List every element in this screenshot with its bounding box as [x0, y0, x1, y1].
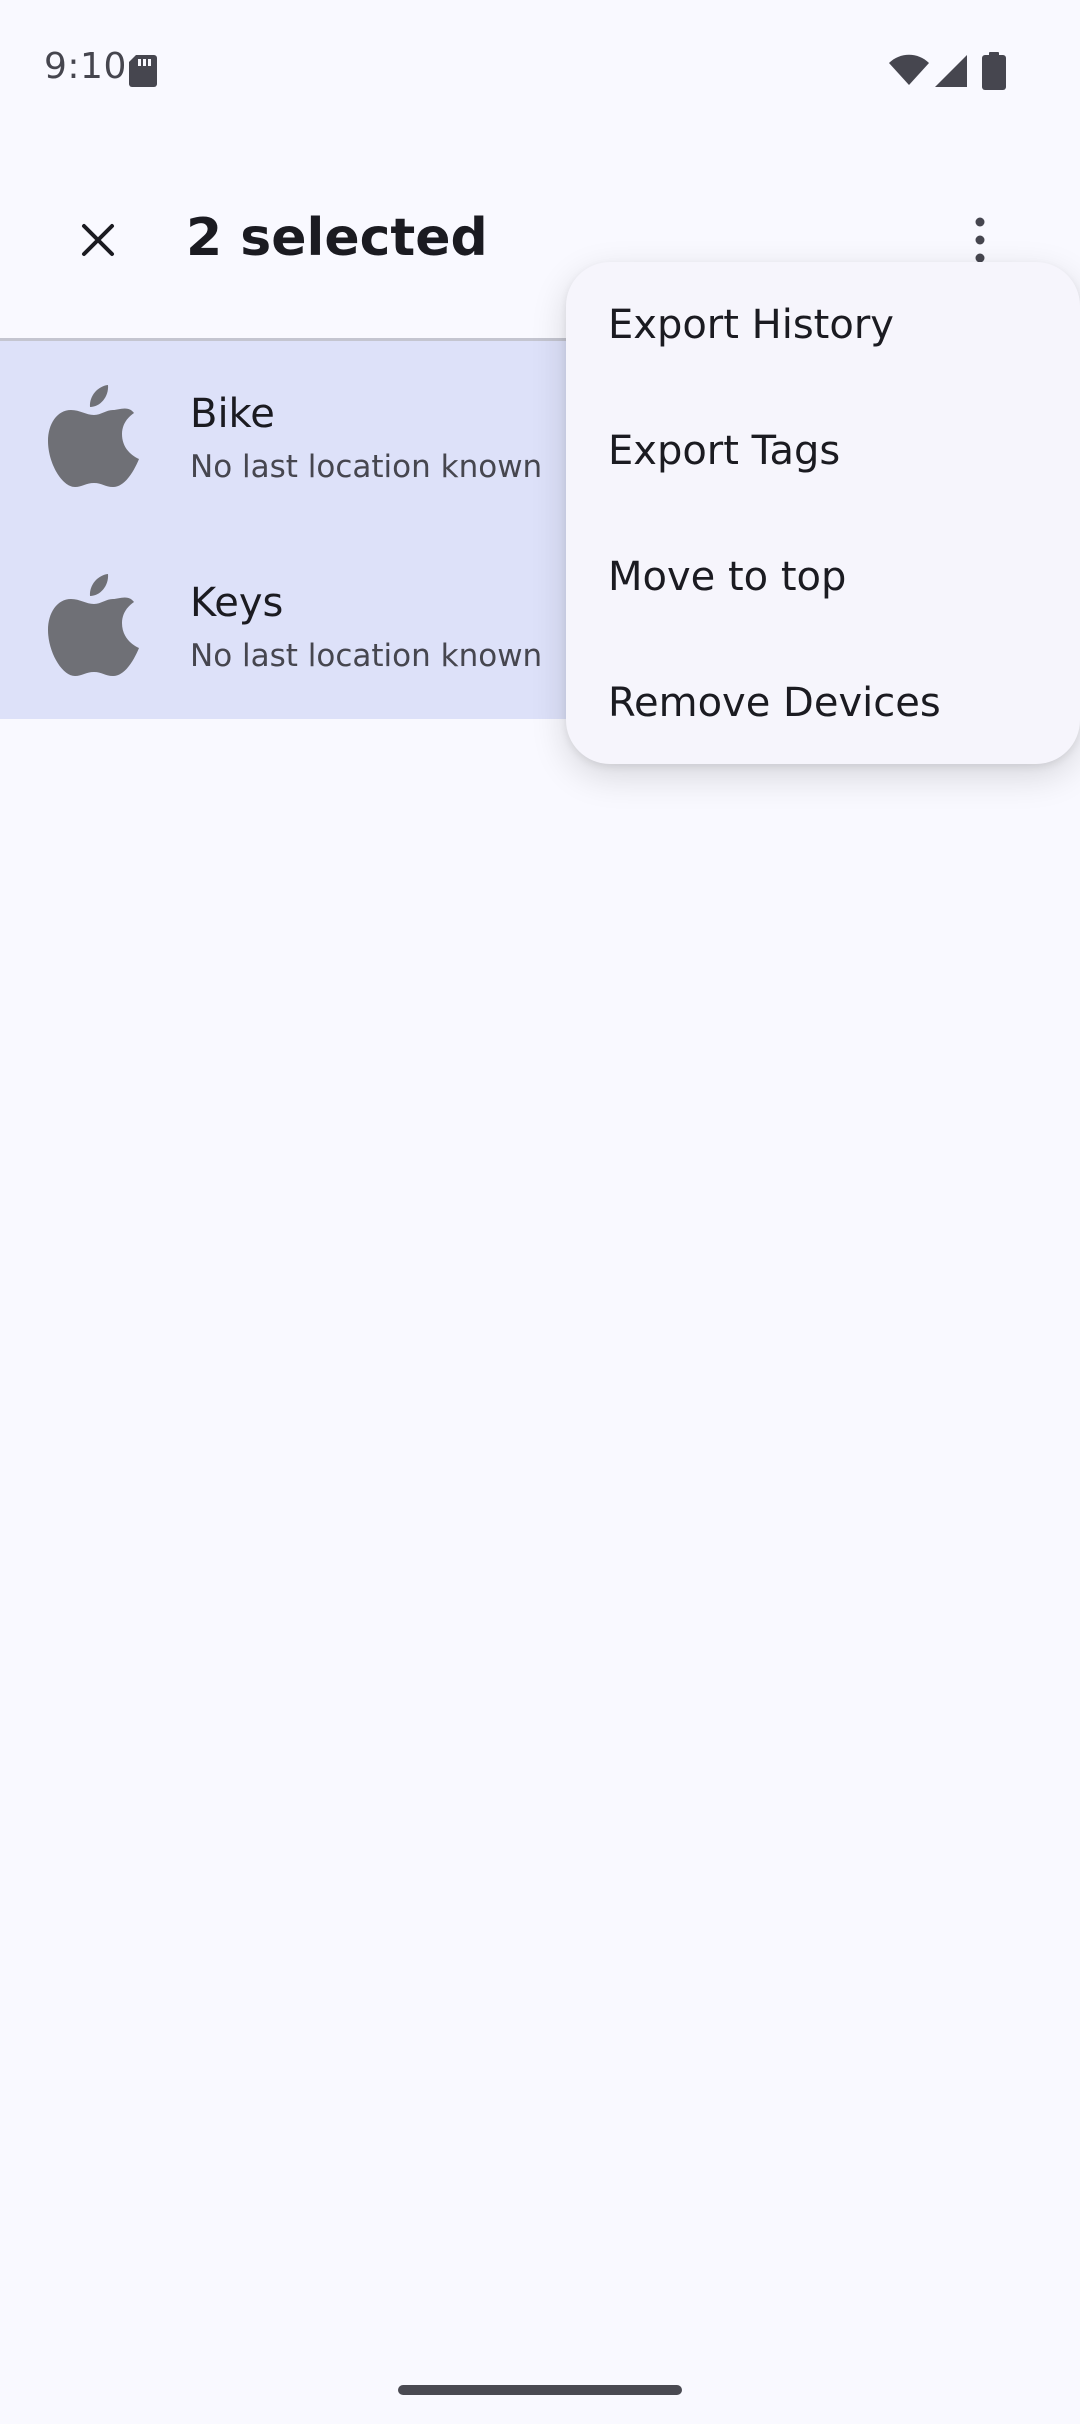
device-location-status: No last location known	[190, 638, 543, 674]
battery-icon	[982, 52, 1006, 90]
home-gesture-handle[interactable]	[398, 2385, 682, 2395]
device-name: Bike	[190, 391, 275, 437]
apple-icon	[48, 574, 139, 676]
device-location-status: No last location known	[190, 449, 543, 485]
menu-item-label: Move to top	[608, 554, 847, 600]
menu-item-remove-devices[interactable]: Remove Devices	[566, 640, 1080, 766]
status-time: 9:10	[44, 46, 127, 87]
more-vert-icon	[975, 217, 985, 263]
menu-item-move-to-top[interactable]: Move to top	[566, 514, 1080, 640]
close-selection-button[interactable]	[58, 200, 138, 280]
device-name: Keys	[190, 580, 284, 626]
cellular-signal-icon	[935, 55, 967, 87]
apple-icon	[48, 385, 139, 487]
menu-item-label: Export History	[608, 302, 894, 348]
page-title: 2 selected	[186, 208, 488, 268]
close-icon	[82, 224, 114, 256]
menu-item-label: Remove Devices	[608, 680, 941, 726]
menu-item-label: Export Tags	[608, 428, 841, 474]
status-bar: 9:10	[0, 0, 1080, 140]
menu-item-export-history[interactable]: Export History	[566, 262, 1080, 388]
sd-card-icon	[129, 55, 157, 87]
wifi-icon	[889, 54, 929, 85]
overflow-menu: Export History Export Tags Move to top R…	[566, 262, 1080, 764]
menu-item-export-tags[interactable]: Export Tags	[566, 388, 1080, 514]
